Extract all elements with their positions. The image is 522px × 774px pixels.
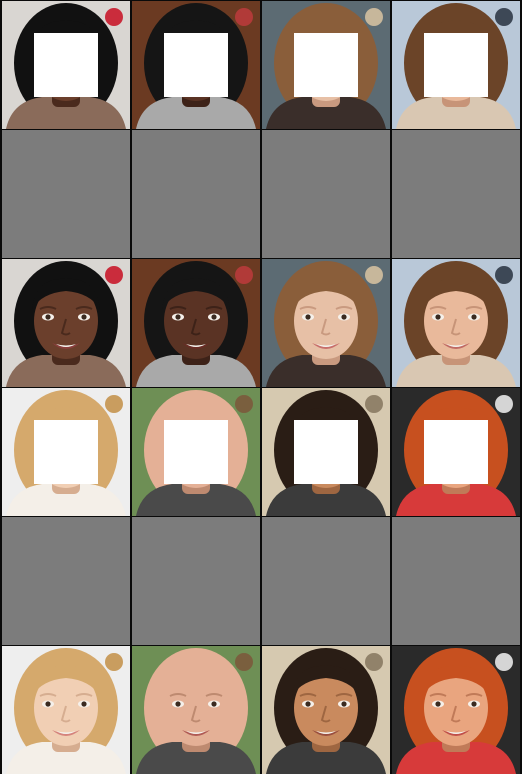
blank-placeholder-cell bbox=[262, 517, 390, 645]
masked-portrait-cell bbox=[2, 388, 130, 516]
portrait-photo bbox=[392, 259, 520, 387]
face-mask-square bbox=[424, 33, 488, 97]
masked-portrait-cell bbox=[2, 1, 130, 129]
portrait-cell bbox=[392, 646, 520, 774]
face-mask-square bbox=[34, 33, 98, 97]
pupil bbox=[81, 701, 87, 707]
pupil bbox=[175, 701, 181, 707]
portrait-photo bbox=[132, 259, 260, 387]
portrait-cell bbox=[132, 646, 260, 774]
accent-detail bbox=[495, 266, 513, 284]
accent-detail bbox=[365, 653, 383, 671]
portrait-photo bbox=[132, 646, 260, 774]
masked-portrait-cell bbox=[132, 1, 260, 129]
accent-detail bbox=[235, 8, 253, 26]
pupil bbox=[81, 314, 87, 320]
masked-portrait-cell bbox=[392, 1, 520, 129]
blank-placeholder-cell bbox=[2, 130, 130, 258]
face-mask-square bbox=[294, 420, 358, 484]
pupil bbox=[471, 314, 477, 320]
accent-detail bbox=[235, 395, 253, 413]
accent-detail bbox=[105, 266, 123, 284]
masked-portrait-cell bbox=[262, 388, 390, 516]
pupil bbox=[305, 701, 311, 707]
blank-placeholder-cell bbox=[2, 517, 130, 645]
blank-placeholder-cell bbox=[262, 130, 390, 258]
pupil bbox=[211, 314, 217, 320]
face-mask-square bbox=[424, 420, 488, 484]
blank-placeholder-cell bbox=[392, 130, 520, 258]
masked-portrait-cell bbox=[392, 388, 520, 516]
face-mask-square bbox=[164, 33, 228, 97]
accent-detail bbox=[235, 653, 253, 671]
pupil bbox=[341, 701, 347, 707]
accent-detail bbox=[105, 395, 123, 413]
blank-placeholder-cell bbox=[392, 517, 520, 645]
pupil bbox=[341, 314, 347, 320]
portrait-photo bbox=[2, 259, 130, 387]
blank-placeholder-cell bbox=[132, 517, 260, 645]
portrait-cell bbox=[392, 259, 520, 387]
accent-detail bbox=[105, 653, 123, 671]
pupil bbox=[45, 701, 51, 707]
masked-portrait-cell bbox=[262, 1, 390, 129]
portrait-photo bbox=[2, 646, 130, 774]
face-mask-square bbox=[294, 33, 358, 97]
pupil bbox=[45, 314, 51, 320]
accent-detail bbox=[495, 395, 513, 413]
pupil bbox=[305, 314, 311, 320]
pupil bbox=[471, 701, 477, 707]
accent-detail bbox=[495, 653, 513, 671]
masked-portrait-cell bbox=[132, 388, 260, 516]
pupil bbox=[435, 314, 441, 320]
accent-detail bbox=[365, 395, 383, 413]
accent-detail bbox=[365, 8, 383, 26]
blank-placeholder-cell bbox=[132, 130, 260, 258]
portrait-photo bbox=[262, 259, 390, 387]
face-mask-square bbox=[164, 420, 228, 484]
accent-detail bbox=[235, 266, 253, 284]
pupil bbox=[435, 701, 441, 707]
portrait-photo bbox=[392, 646, 520, 774]
portrait-cell bbox=[132, 259, 260, 387]
accent-detail bbox=[105, 8, 123, 26]
portrait-cell bbox=[2, 259, 130, 387]
face-mask-square bbox=[34, 420, 98, 484]
portrait-cell bbox=[262, 646, 390, 774]
portrait-cell bbox=[262, 259, 390, 387]
image-grid bbox=[0, 0, 522, 774]
pupil bbox=[175, 314, 181, 320]
pupil bbox=[211, 701, 217, 707]
accent-detail bbox=[495, 8, 513, 26]
portrait-photo bbox=[262, 646, 390, 774]
accent-detail bbox=[365, 266, 383, 284]
portrait-cell bbox=[2, 646, 130, 774]
